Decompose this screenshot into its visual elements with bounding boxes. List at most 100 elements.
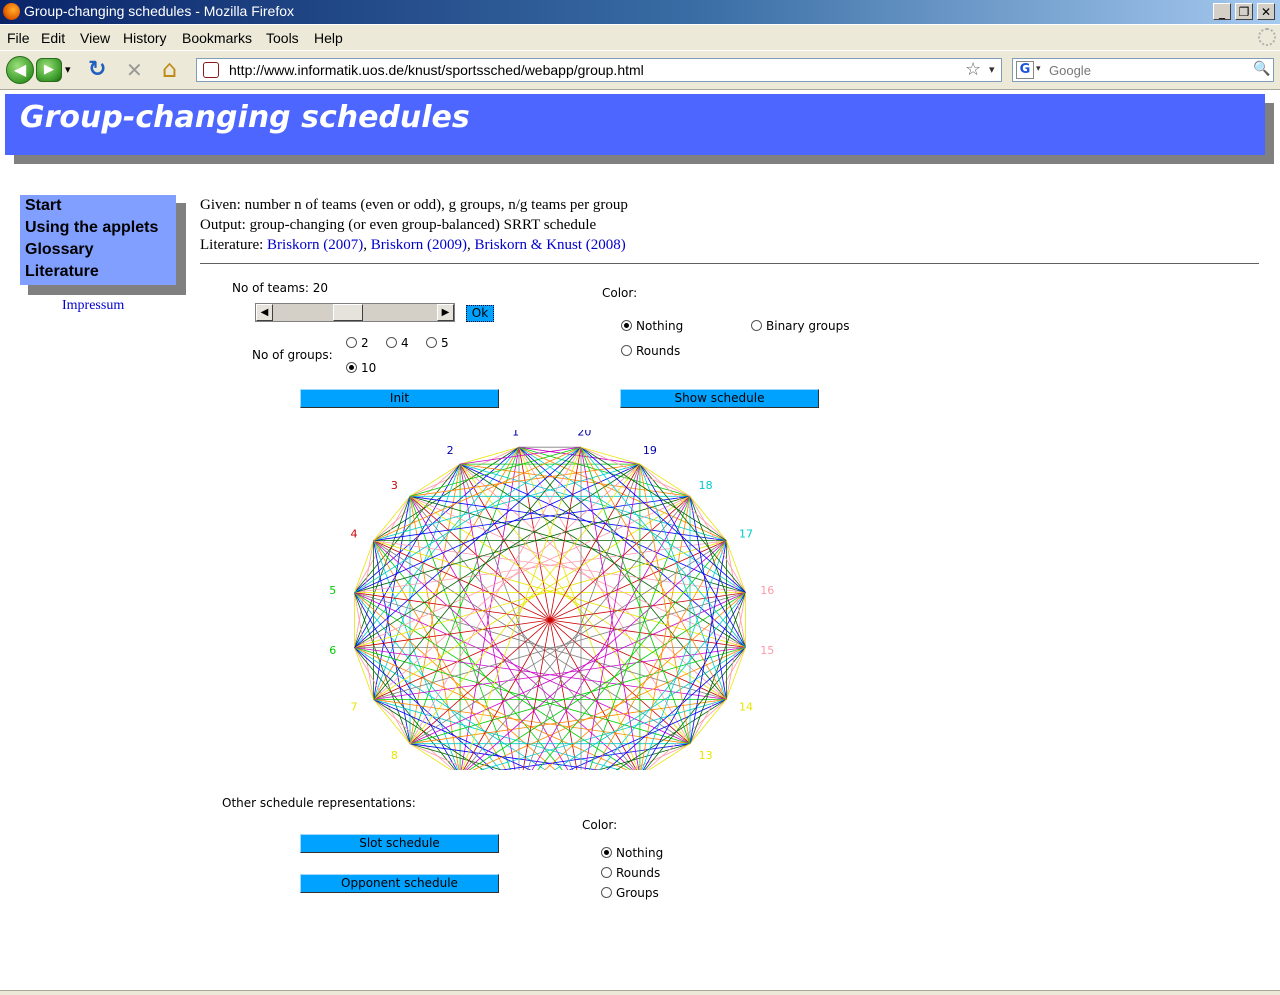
match-edge bbox=[689, 496, 727, 541]
match-edge bbox=[409, 446, 582, 497]
team-label: 19 bbox=[643, 444, 657, 457]
url-dropdown-icon[interactable]: ▾ bbox=[989, 63, 995, 76]
teams-slider[interactable]: ◀ ▶ bbox=[255, 303, 455, 322]
color-radio-rounds[interactable] bbox=[621, 345, 632, 356]
forward-icon[interactable]: ▶ bbox=[36, 58, 62, 82]
search-icon[interactable]: 🔍 bbox=[1253, 61, 1270, 77]
groups-option-5: 5 bbox=[441, 336, 449, 350]
match-edge bbox=[373, 540, 507, 770]
groups-option-2: 2 bbox=[361, 336, 369, 350]
search-engine-icon[interactable]: G bbox=[1016, 61, 1034, 79]
match-edge bbox=[354, 496, 411, 648]
horizontal-rule bbox=[200, 263, 1259, 264]
color-radio-binary-groups[interactable] bbox=[751, 320, 762, 331]
menu-history[interactable]: History bbox=[123, 30, 167, 46]
slot-schedule-button[interactable]: Slot schedule bbox=[300, 834, 499, 853]
color2-radio-groups[interactable] bbox=[601, 887, 612, 898]
menu-edit[interactable]: Edit bbox=[41, 30, 65, 46]
team-label: 14 bbox=[739, 701, 753, 714]
init-button[interactable]: Init bbox=[300, 389, 499, 408]
color-option-nothing: Nothing bbox=[636, 319, 684, 333]
match-edge bbox=[518, 446, 691, 497]
team-label: 4 bbox=[351, 527, 358, 540]
menu-help[interactable]: Help bbox=[314, 30, 343, 46]
history-dropdown-icon[interactable]: ▾ bbox=[65, 63, 71, 76]
match-edge bbox=[518, 447, 578, 770]
groups-radio-10[interactable] bbox=[346, 362, 357, 373]
side-menu-start[interactable]: Start bbox=[25, 197, 61, 215]
ok-button[interactable]: Ok bbox=[466, 305, 494, 322]
search-bar[interactable]: G ▾ Google 🔍 bbox=[1012, 58, 1274, 82]
color2-option-nothing: Nothing bbox=[616, 846, 664, 860]
stop-icon[interactable]: ✕ bbox=[126, 58, 143, 82]
team-label: 13 bbox=[699, 749, 713, 762]
color2-radio-rounds[interactable] bbox=[601, 867, 612, 878]
match-edge bbox=[580, 446, 641, 465]
match-edge bbox=[689, 592, 746, 744]
color-radio-nothing[interactable] bbox=[621, 320, 632, 331]
window-titlebar: Group-changing schedules - Mozilla Firef… bbox=[0, 0, 1280, 24]
team-label: 5 bbox=[329, 584, 336, 597]
side-menu-literature[interactable]: Literature bbox=[25, 263, 99, 281]
team-label: 16 bbox=[760, 584, 774, 597]
match-edge bbox=[639, 463, 746, 593]
team-label: 8 bbox=[391, 749, 398, 762]
url-text[interactable]: http://www.informatik.uos.de/knust/sport… bbox=[229, 62, 644, 78]
search-input[interactable]: Google bbox=[1049, 63, 1091, 78]
menu-file[interactable]: File bbox=[7, 30, 30, 46]
team-label: 15 bbox=[760, 644, 774, 657]
match-edge bbox=[639, 463, 691, 497]
color-option-rounds: Rounds bbox=[636, 344, 681, 358]
opponent-schedule-button[interactable]: Opponent schedule bbox=[300, 874, 499, 893]
literature-line: Literature: Briskorn (2007), Briskorn (2… bbox=[200, 237, 626, 254]
navigation-toolbar: ◀ ▶ ▾ ↻ ✕ ⌂ http://www.informatik.uos.de… bbox=[0, 51, 1280, 90]
literature-link-briskorn-2007[interactable]: Briskorn (2007) bbox=[267, 237, 363, 253]
back-icon[interactable]: ◀ bbox=[6, 56, 34, 84]
team-label: 17 bbox=[739, 527, 753, 540]
maximize-button[interactable]: ❐ bbox=[1235, 3, 1253, 20]
groups-radio-2[interactable] bbox=[346, 337, 357, 348]
match-edge bbox=[409, 743, 452, 770]
groups-radio-5[interactable] bbox=[426, 337, 437, 348]
bookmark-star-icon[interactable]: ☆ bbox=[965, 59, 981, 80]
close-button[interactable]: ✕ bbox=[1257, 3, 1275, 20]
menu-bar: File Edit View History Bookmarks Tools H… bbox=[0, 25, 1280, 50]
menu-bookmarks[interactable]: Bookmarks bbox=[182, 30, 252, 46]
show-schedule-button[interactable]: Show schedule bbox=[620, 389, 819, 408]
teams-label: No of teams: 20 bbox=[232, 281, 329, 295]
site-favicon-icon bbox=[203, 62, 219, 78]
color2-option-groups: Groups bbox=[616, 886, 659, 900]
literature-link-briskorn-knust-2008[interactable]: Briskorn & Knust (2008) bbox=[475, 237, 626, 253]
team-label: 3 bbox=[391, 479, 398, 492]
color-label: Color: bbox=[602, 286, 638, 300]
status-bar bbox=[0, 990, 1280, 995]
team-label: 7 bbox=[351, 701, 358, 714]
separator: , bbox=[467, 237, 475, 253]
menu-tools[interactable]: Tools bbox=[266, 30, 299, 46]
menu-view[interactable]: View bbox=[80, 30, 110, 46]
match-edge bbox=[373, 699, 411, 744]
impressum-link[interactable]: Impressum bbox=[62, 298, 124, 314]
team-label: 1 bbox=[512, 430, 519, 438]
match-edge bbox=[373, 446, 520, 541]
match-edge bbox=[354, 540, 374, 593]
match-edge bbox=[689, 699, 727, 744]
literature-link-briskorn-2009[interactable]: Briskorn (2009) bbox=[371, 237, 467, 253]
url-bar[interactable]: http://www.informatik.uos.de/knust/sport… bbox=[196, 58, 1002, 82]
home-icon[interactable]: ⌂ bbox=[162, 55, 177, 83]
side-menu-using-applets[interactable]: Using the applets bbox=[25, 219, 158, 237]
slider-right-arrow-icon[interactable]: ▶ bbox=[437, 304, 454, 321]
side-menu-glossary[interactable]: Glossary bbox=[25, 241, 93, 259]
match-edge bbox=[522, 447, 582, 770]
color2-radio-nothing[interactable] bbox=[601, 847, 612, 858]
slider-thumb[interactable] bbox=[333, 304, 364, 321]
match-edge bbox=[726, 647, 746, 700]
minimize-button[interactable]: _ bbox=[1213, 3, 1231, 20]
match-edge bbox=[373, 496, 411, 541]
match-edge bbox=[726, 540, 746, 593]
reload-icon[interactable]: ↻ bbox=[88, 57, 106, 82]
engine-dropdown-icon[interactable]: ▾ bbox=[1036, 64, 1041, 74]
match-edge bbox=[354, 592, 411, 744]
groups-radio-4[interactable] bbox=[386, 337, 397, 348]
slider-left-arrow-icon[interactable]: ◀ bbox=[256, 304, 273, 321]
